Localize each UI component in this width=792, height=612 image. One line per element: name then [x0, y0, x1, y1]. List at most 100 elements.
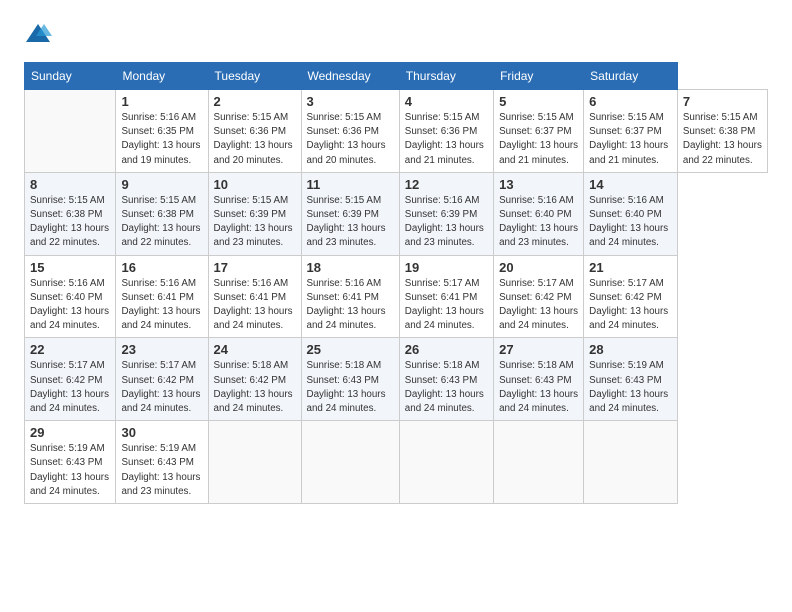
day-info: Sunrise: 5:15 AMSunset: 6:37 PMDaylight:… — [499, 111, 578, 168]
day-info: Sunrise: 5:16 AMSunset: 6:40 PMDaylight:… — [499, 194, 578, 251]
day-info: Sunrise: 5:16 AMSunset: 6:41 PMDaylight:… — [214, 277, 296, 334]
day-cell: 15 Sunrise: 5:16 AMSunset: 6:40 PMDayligh… — [25, 255, 116, 338]
day-info: Sunrise: 5:15 AMSunset: 6:37 PMDaylight:… — [589, 111, 672, 168]
day-cell: 28 Sunrise: 5:19 AMSunset: 6:43 PMDayligh… — [584, 338, 678, 421]
weekday-thursday: Thursday — [399, 63, 493, 90]
day-cell — [399, 421, 493, 504]
day-number: 1 — [121, 94, 202, 109]
week-row-2: 8Sunrise: 5:15 AMSunset: 6:38 PMDaylight… — [25, 172, 768, 255]
day-info: Sunrise: 5:16 AMSunset: 6:41 PMDaylight:… — [307, 277, 394, 334]
week-row-5: 29 Sunrise: 5:19 AMSunset: 6:43 PMDayligh… — [25, 421, 768, 504]
day-info: Sunrise: 5:15 AMSunset: 6:38 PMDaylight:… — [121, 194, 202, 251]
day-cell: 12 Sunrise: 5:16 AMSunset: 6:39 PMDayligh… — [399, 172, 493, 255]
calendar-table: SundayMondayTuesdayWednesdayThursdayFrid… — [24, 62, 768, 504]
day-cell — [25, 90, 116, 173]
day-cell: 27 Sunrise: 5:18 AMSunset: 6:43 PMDayligh… — [494, 338, 584, 421]
day-number: 22 — [30, 342, 110, 357]
day-cell: 19 Sunrise: 5:17 AMSunset: 6:41 PMDayligh… — [399, 255, 493, 338]
logo-icon — [24, 20, 52, 48]
day-info: Sunrise: 5:16 AMSunset: 6:40 PMDaylight:… — [30, 277, 110, 334]
day-info: Sunrise: 5:18 AMSunset: 6:42 PMDaylight:… — [214, 359, 296, 416]
day-number: 15 — [30, 260, 110, 275]
day-number: 16 — [121, 260, 202, 275]
day-cell: 24 Sunrise: 5:18 AMSunset: 6:42 PMDayligh… — [208, 338, 301, 421]
day-info: Sunrise: 5:16 AMSunset: 6:39 PMDaylight:… — [405, 194, 488, 251]
day-cell: 11Sunrise: 5:15 AMSunset: 6:39 PMDayligh… — [301, 172, 399, 255]
day-info: Sunrise: 5:19 AMSunset: 6:43 PMDaylight:… — [589, 359, 672, 416]
day-info: Sunrise: 5:19 AMSunset: 6:43 PMDaylight:… — [30, 442, 110, 499]
day-info: Sunrise: 5:18 AMSunset: 6:43 PMDaylight:… — [499, 359, 578, 416]
day-info: Sunrise: 5:19 AMSunset: 6:43 PMDaylight:… — [121, 442, 202, 499]
week-row-1: 1 Sunrise: 5:16 AMSunset: 6:35 PMDaylight… — [25, 90, 768, 173]
day-number: 6 — [589, 94, 672, 109]
day-cell: 3Sunrise: 5:15 AMSunset: 6:36 PMDaylight… — [301, 90, 399, 173]
day-number: 10 — [214, 177, 296, 192]
day-number: 20 — [499, 260, 578, 275]
day-info: Sunrise: 5:17 AMSunset: 6:41 PMDaylight:… — [405, 277, 488, 334]
day-cell: 29 Sunrise: 5:19 AMSunset: 6:43 PMDayligh… — [25, 421, 116, 504]
weekday-tuesday: Tuesday — [208, 63, 301, 90]
day-number: 9 — [121, 177, 202, 192]
day-cell: 30Sunrise: 5:19 AMSunset: 6:43 PMDayligh… — [116, 421, 208, 504]
day-info: Sunrise: 5:17 AMSunset: 6:42 PMDaylight:… — [121, 359, 202, 416]
weekday-saturday: Saturday — [584, 63, 678, 90]
day-number: 26 — [405, 342, 488, 357]
day-cell: 4 Sunrise: 5:15 AMSunset: 6:36 PMDaylight… — [399, 90, 493, 173]
day-cell: 22 Sunrise: 5:17 AMSunset: 6:42 PMDayligh… — [25, 338, 116, 421]
logo — [24, 20, 56, 48]
day-number: 28 — [589, 342, 672, 357]
day-cell: 7 Sunrise: 5:15 AMSunset: 6:38 PMDaylight… — [677, 90, 767, 173]
day-cell — [208, 421, 301, 504]
day-cell: 14Sunrise: 5:16 AMSunset: 6:40 PMDayligh… — [584, 172, 678, 255]
day-number: 21 — [589, 260, 672, 275]
weekday-sunday: Sunday — [25, 63, 116, 90]
day-info: Sunrise: 5:15 AMSunset: 6:36 PMDaylight:… — [307, 111, 394, 168]
day-info: Sunrise: 5:15 AMSunset: 6:39 PMDaylight:… — [214, 194, 296, 251]
day-number: 18 — [307, 260, 394, 275]
day-number: 27 — [499, 342, 578, 357]
day-cell: 26 Sunrise: 5:18 AMSunset: 6:43 PMDayligh… — [399, 338, 493, 421]
day-number: 24 — [214, 342, 296, 357]
day-cell: 20 Sunrise: 5:17 AMSunset: 6:42 PMDayligh… — [494, 255, 584, 338]
header-area — [24, 20, 768, 48]
day-number: 23 — [121, 342, 202, 357]
day-cell: 9 Sunrise: 5:15 AMSunset: 6:38 PMDaylight… — [116, 172, 208, 255]
day-cell: 6 Sunrise: 5:15 AMSunset: 6:37 PMDaylight… — [584, 90, 678, 173]
day-cell: 10 Sunrise: 5:15 AMSunset: 6:39 PMDayligh… — [208, 172, 301, 255]
day-cell: 2Sunrise: 5:15 AMSunset: 6:36 PMDaylight… — [208, 90, 301, 173]
day-info: Sunrise: 5:17 AMSunset: 6:42 PMDaylight:… — [499, 277, 578, 334]
weekday-header: SundayMondayTuesdayWednesdayThursdayFrid… — [25, 63, 768, 90]
week-row-4: 22 Sunrise: 5:17 AMSunset: 6:42 PMDayligh… — [25, 338, 768, 421]
day-number: 4 — [405, 94, 488, 109]
day-cell: 23 Sunrise: 5:17 AMSunset: 6:42 PMDayligh… — [116, 338, 208, 421]
day-cell: 21 Sunrise: 5:17 AMSunset: 6:42 PMDayligh… — [584, 255, 678, 338]
day-cell: 13Sunrise: 5:16 AMSunset: 6:40 PMDayligh… — [494, 172, 584, 255]
day-info: Sunrise: 5:18 AMSunset: 6:43 PMDaylight:… — [307, 359, 394, 416]
day-info: Sunrise: 5:15 AMSunset: 6:38 PMDaylight:… — [683, 111, 762, 168]
day-cell: 16Sunrise: 5:16 AMSunset: 6:41 PMDayligh… — [116, 255, 208, 338]
day-info: Sunrise: 5:16 AMSunset: 6:35 PMDaylight:… — [121, 111, 202, 168]
day-number: 29 — [30, 425, 110, 440]
day-cell: 18 Sunrise: 5:16 AMSunset: 6:41 PMDayligh… — [301, 255, 399, 338]
day-info: Sunrise: 5:17 AMSunset: 6:42 PMDaylight:… — [589, 277, 672, 334]
week-row-3: 15 Sunrise: 5:16 AMSunset: 6:40 PMDayligh… — [25, 255, 768, 338]
day-number: 19 — [405, 260, 488, 275]
day-cell — [494, 421, 584, 504]
day-number: 17 — [214, 260, 296, 275]
day-cell — [584, 421, 678, 504]
day-number: 5 — [499, 94, 578, 109]
day-cell: 5 Sunrise: 5:15 AMSunset: 6:37 PMDaylight… — [494, 90, 584, 173]
day-number: 12 — [405, 177, 488, 192]
day-cell: 17 Sunrise: 5:16 AMSunset: 6:41 PMDayligh… — [208, 255, 301, 338]
day-info: Sunrise: 5:18 AMSunset: 6:43 PMDaylight:… — [405, 359, 488, 416]
weekday-monday: Monday — [116, 63, 208, 90]
day-info: Sunrise: 5:15 AMSunset: 6:38 PMDaylight:… — [30, 194, 110, 251]
page: SundayMondayTuesdayWednesdayThursdayFrid… — [0, 0, 792, 520]
day-number: 2 — [214, 94, 296, 109]
day-cell — [301, 421, 399, 504]
weekday-friday: Friday — [494, 63, 584, 90]
day-number: 7 — [683, 94, 762, 109]
day-cell: 25Sunrise: 5:18 AMSunset: 6:43 PMDayligh… — [301, 338, 399, 421]
day-info: Sunrise: 5:15 AMSunset: 6:36 PMDaylight:… — [405, 111, 488, 168]
day-info: Sunrise: 5:17 AMSunset: 6:42 PMDaylight:… — [30, 359, 110, 416]
